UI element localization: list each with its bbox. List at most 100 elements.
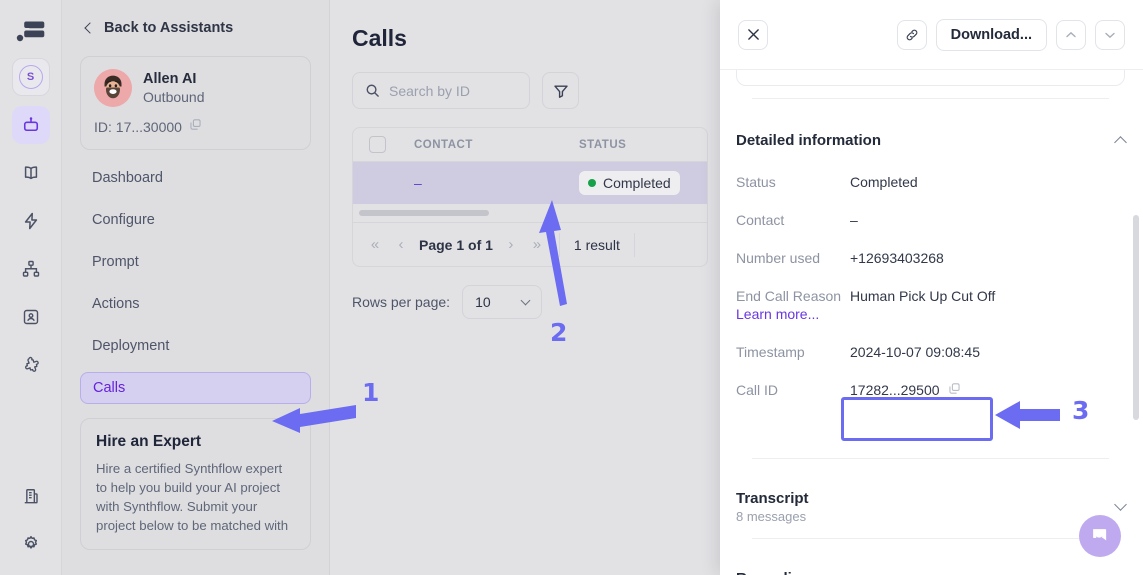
annotation-number-1: 1: [362, 378, 380, 407]
divider-transcript: [752, 458, 1109, 459]
column-header-contact[interactable]: CONTACT: [414, 139, 579, 151]
prev-call-button[interactable]: [1056, 19, 1086, 50]
field-value: +12693403268: [850, 250, 944, 266]
last-page-button[interactable]: »: [529, 236, 545, 253]
page-indicator: Page 1 of 1: [419, 236, 493, 253]
app-root: S Back to Assistants Allen AI Outbound I…: [0, 0, 1143, 575]
column-header-status[interactable]: STATUS: [579, 139, 626, 151]
copy-link-button[interactable]: [896, 19, 927, 50]
download-button[interactable]: Download...: [935, 18, 1047, 51]
next-page-button[interactable]: ›: [503, 236, 519, 253]
rows-per-page-row: Rows per page: 10: [352, 285, 708, 319]
annotation-number-3: 3: [1072, 396, 1090, 425]
filter-icon: [553, 85, 568, 98]
assistant-nav: Dashboard Configure Prompt Actions Deplo…: [80, 162, 311, 404]
close-button[interactable]: [738, 19, 768, 50]
detailed-information-header[interactable]: Detailed information: [720, 116, 1143, 161]
avatar: [94, 69, 132, 107]
field-value: –: [850, 212, 858, 228]
transcript-header[interactable]: Transcript 8 messages: [720, 474, 1143, 536]
table-header-row: CONTACT STATUS: [353, 128, 707, 162]
billing-icon[interactable]: [12, 477, 50, 515]
actions-bolt-icon[interactable]: [12, 202, 50, 240]
field-end-call-reason: End Call Reason Learn more... Human Pick…: [720, 288, 1143, 322]
icon-rail: S: [0, 0, 62, 575]
recording-header[interactable]: Recording: [720, 554, 1143, 575]
status-dot-icon: [588, 179, 596, 187]
call-detail-drawer: Download... Detailed information Status …: [720, 0, 1143, 575]
field-value: Human Pick Up Cut Off: [850, 288, 996, 304]
pagination-divider-2: [633, 232, 635, 257]
field-timestamp: Timestamp 2024-10-07 09:08:45: [720, 344, 1143, 360]
field-label: Number used: [736, 250, 821, 266]
knowledge-base-icon[interactable]: [12, 154, 50, 192]
learn-more-link[interactable]: Learn more...: [736, 306, 850, 322]
sidebar-item-calls[interactable]: Calls: [80, 372, 311, 404]
field-contact: Contact –: [720, 212, 1143, 228]
hire-expert-title: Hire an Expert: [96, 433, 202, 450]
workflows-icon[interactable]: [12, 250, 50, 288]
sidebar-item-dashboard[interactable]: Dashboard: [80, 162, 311, 194]
calls-main: Calls Search by ID CONTACT STATUS – Comp…: [330, 0, 720, 575]
chevron-down-icon: [520, 295, 531, 305]
detailed-information-title: Detailed information: [736, 132, 882, 149]
prev-page-button[interactable]: ‹: [393, 236, 409, 253]
search-icon: [366, 84, 379, 97]
filter-button[interactable]: [542, 72, 579, 109]
field-label: Status: [736, 174, 776, 190]
detail-fields: Status Completed Contact – Number used +…: [720, 174, 1143, 420]
contacts-icon[interactable]: [12, 298, 50, 336]
field-label: End Call Reason Learn more...: [736, 288, 850, 322]
field-label: Call ID: [736, 382, 779, 398]
field-status: Status Completed: [720, 174, 1143, 190]
search-placeholder: Search by ID: [389, 82, 470, 99]
table-row[interactable]: – Completed: [353, 162, 707, 204]
field-label: Contact: [736, 212, 785, 228]
status-label: Completed: [603, 175, 671, 191]
cell-contact: –: [414, 175, 422, 191]
copy-icon[interactable]: [948, 382, 961, 398]
transcript-title: Transcript: [736, 490, 809, 507]
divider-top: [752, 98, 1109, 99]
chevron-down-icon[interactable]: [1114, 498, 1127, 511]
assistant-card[interactable]: Allen AI Outbound ID: 17...30000: [80, 56, 311, 150]
calls-toolbar: Search by ID: [352, 72, 708, 109]
sidebar-item-actions[interactable]: Actions: [80, 288, 311, 320]
chevron-down-icon[interactable]: [1114, 570, 1127, 575]
integrations-puzzle-icon[interactable]: [12, 346, 50, 384]
sidebar-item-deployment[interactable]: Deployment: [80, 330, 311, 362]
assistants-icon[interactable]: [11, 106, 50, 144]
back-to-assistants-link[interactable]: Back to Assistants: [80, 0, 311, 56]
sidebar-item-configure[interactable]: Configure: [80, 204, 311, 236]
synthflow-logo[interactable]: [14, 14, 48, 48]
chat-bubble-icon: [1093, 529, 1107, 541]
rows-per-page-select[interactable]: 10: [462, 285, 543, 319]
first-page-button[interactable]: «: [367, 236, 383, 253]
summary-card-partial: [736, 70, 1125, 86]
chevron-up-icon[interactable]: [1114, 136, 1127, 149]
copy-icon[interactable]: [189, 118, 202, 136]
table-scroll-thumb[interactable]: [359, 210, 489, 216]
next-call-button[interactable]: [1095, 19, 1125, 50]
workspace-avatar[interactable]: S: [11, 58, 50, 96]
drawer-scrollbar[interactable]: [1133, 215, 1139, 420]
calls-table: CONTACT STATUS – Completed « ‹ Page 1 of…: [352, 127, 708, 267]
assistant-type: Outbound: [143, 88, 205, 105]
settings-gear-icon[interactable]: [12, 525, 50, 563]
chevron-up-icon: [1066, 31, 1076, 37]
table-horizontal-scrollbar[interactable]: [353, 204, 707, 222]
search-input[interactable]: Search by ID: [352, 72, 530, 109]
drawer-header: Download...: [720, 0, 1143, 70]
intercom-chat-button[interactable]: [1079, 515, 1121, 557]
hire-expert-card: Hire an Expert Hire a certified Synthflo…: [80, 418, 311, 550]
field-label-text: End Call Reason: [736, 288, 842, 304]
field-value: Completed: [850, 174, 918, 190]
select-all-checkbox[interactable]: [369, 136, 386, 153]
close-icon: [747, 29, 759, 40]
hire-expert-body: Hire a certified Synthflow expert to hel…: [96, 461, 289, 533]
sidebar-item-prompt[interactable]: Prompt: [80, 246, 311, 278]
rows-per-page-value: 10: [475, 294, 491, 310]
back-label: Back to Assistants: [104, 20, 234, 36]
field-label: Timestamp: [736, 344, 805, 360]
annotation-number-2: 2: [550, 318, 568, 347]
